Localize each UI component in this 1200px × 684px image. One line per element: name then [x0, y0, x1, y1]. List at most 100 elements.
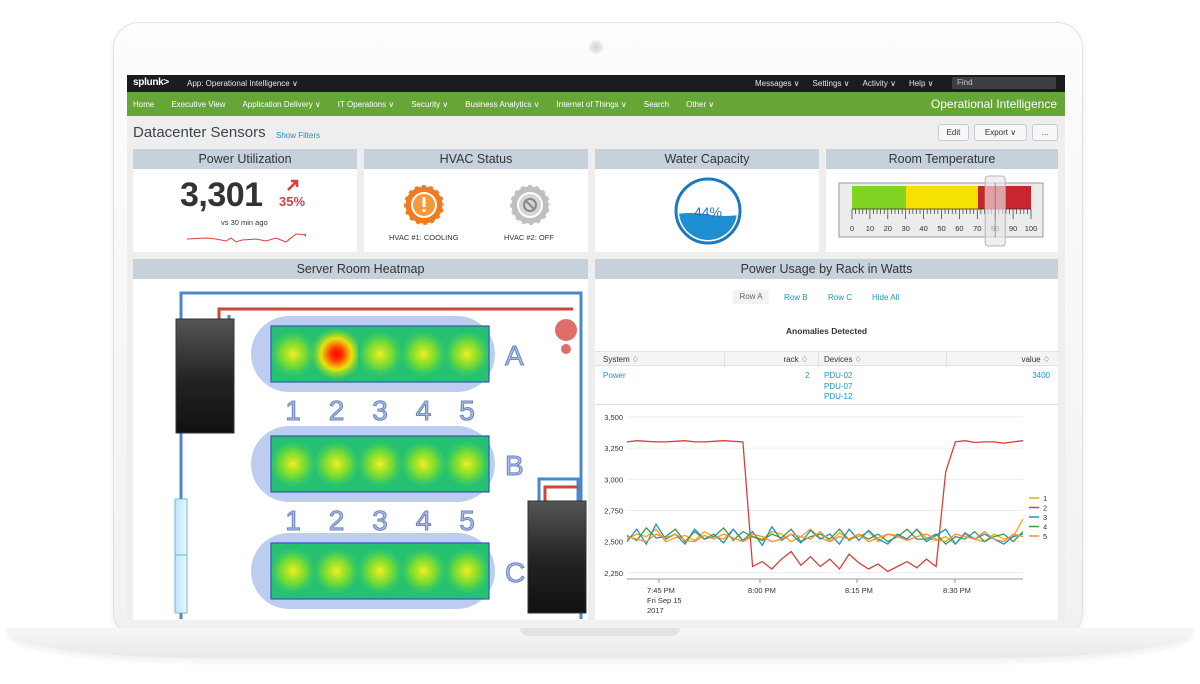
alert-dot-small [561, 344, 571, 354]
tab-row-a[interactable]: Row A [733, 290, 769, 304]
temperature-tick-label: 0 [850, 224, 854, 233]
heat-blob [399, 440, 448, 488]
messages-menu[interactable]: Messages ∨ [755, 79, 800, 88]
help-menu[interactable]: Help ∨ [909, 79, 934, 88]
anomalies-title: Anomalies Detected [785, 326, 868, 336]
find-input[interactable]: Find [952, 77, 1056, 89]
nav-business-analytics[interactable]: Business Analytics ∨ [465, 100, 539, 109]
legend-label: 3 [1043, 513, 1047, 522]
heat-blob [443, 547, 491, 595]
x-tick-label: 8:15 PM [845, 586, 873, 595]
temperature-tick-label: 60 [955, 224, 963, 233]
heat-blob [399, 330, 448, 378]
y-tick-label: 2,250 [604, 569, 623, 578]
nav-it-operations[interactable]: IT Operations ∨ [338, 100, 394, 109]
cell-rack[interactable]: 2 [805, 371, 809, 380]
y-tick-label: 3,000 [604, 475, 623, 484]
app-nav-bar: Home Executive View Application Delivery… [127, 92, 1065, 116]
app-menu[interactable]: App: Operational Intelligence ∨ [187, 79, 298, 88]
edit-button[interactable]: Edit [938, 124, 969, 141]
temperature-tick-label: 70 [973, 224, 981, 233]
nav-security[interactable]: Security ∨ [411, 100, 448, 109]
panel-title: Power Usage by Rack in Watts [595, 259, 1058, 279]
cell-system[interactable]: Power [603, 371, 626, 380]
device-2[interactable]: PDU-07 [824, 382, 852, 393]
device-3[interactable]: PDU-12 [824, 392, 852, 403]
rack-column-label: 2 [329, 395, 345, 426]
power-utilization-panel: Power Utilization 3,301 35% vs 30 min ag… [133, 149, 357, 252]
y-tick-label: 2,500 [604, 538, 623, 547]
column-rack[interactable]: rack ♢ [725, 352, 819, 367]
water-gauge: 44% [674, 177, 742, 245]
temperature-tick-label: 90 [1009, 224, 1017, 233]
panel-title: Water Capacity [595, 149, 819, 169]
cooling-unit-bottom [527, 500, 587, 614]
splunk-logo[interactable]: splunk> [133, 77, 169, 88]
nav-internet-of-things[interactable]: Internet of Things ∨ [557, 100, 627, 109]
rack-row-label: C [505, 557, 525, 588]
tab-hide-all[interactable]: Hide All [872, 293, 899, 302]
heat-blob [312, 440, 361, 488]
power-sparkline [186, 233, 306, 243]
legend-label: 4 [1043, 523, 1047, 532]
power-usage-by-rack-panel: Power Usage by Rack in Watts Row A Row B… [595, 259, 1058, 620]
rack-column-label: 5 [459, 505, 475, 536]
power-trend-caption: vs 30 min ago [221, 218, 268, 227]
anomalies-table-header: System ♢ rack ♢ Devices ♢ value ♢ [595, 351, 1058, 367]
system-menus: Messages ∨ Settings ∨ Activity ∨ Help ∨ [755, 79, 933, 88]
panel-title: Power Utilization [133, 149, 357, 169]
server-room-heatmap-panel: Server Room Heatmap A 1 2 3 4 5 B 1 2 3 … [133, 259, 588, 620]
cell-devices[interactable]: PDU-02 PDU-07 PDU-12 [824, 371, 852, 403]
power-trend: 35% [279, 194, 306, 209]
nav-other[interactable]: Other ∨ [686, 100, 714, 109]
settings-menu[interactable]: Settings ∨ [813, 79, 850, 88]
nav-application-delivery[interactable]: Application Delivery ∨ [242, 100, 320, 109]
panel-title: HVAC Status [364, 149, 588, 169]
hvac-2-label: HVAC #2: OFF [504, 233, 554, 242]
legend-label: 1 [1043, 494, 1047, 503]
x-tick-label: 7:45 PM [647, 586, 675, 595]
column-value[interactable]: value ♢ [947, 352, 1058, 367]
tab-row-c[interactable]: Row C [828, 293, 852, 302]
room-temperature-panel: Room Temperature 0102030405060708090100 [826, 149, 1058, 252]
table-row[interactable]: Power 2 PDU-02 PDU-07 PDU-12 3400 [595, 367, 1058, 405]
heat-blob [310, 328, 363, 380]
device-1[interactable]: PDU-02 [824, 371, 852, 382]
column-devices[interactable]: Devices ♢ [819, 352, 947, 367]
x-tick-label: 8:00 PM [748, 586, 776, 595]
panel-title: Room Temperature [826, 149, 1058, 169]
app-brand-title: Operational Intelligence [930, 97, 1057, 111]
rack-power-line-chart: 2,250 2,500 2,750 3,000 3,250 3,500 7:45 PM 8:0… [604, 413, 1047, 615]
y-tick-label: 3,250 [604, 444, 623, 453]
cell-value[interactable]: 3400 [1032, 371, 1050, 380]
screen: splunk> App: Operational Intelligence ∨ … [127, 75, 1065, 620]
x-date-label: Fri Sep 15 [647, 596, 682, 605]
hvac-1-label: HVAC #1: COOLING [389, 233, 459, 242]
heat-blob [312, 547, 361, 595]
series-line-2 [626, 440, 1024, 573]
column-system[interactable]: System ♢ [595, 352, 725, 367]
tab-row-b[interactable]: Row B [784, 293, 808, 302]
rack-row-label: A [505, 340, 524, 371]
heat-blob [356, 547, 404, 595]
rack-column-label: 1 [285, 505, 301, 536]
show-filters-link[interactable]: Show Filters [276, 131, 320, 140]
heat-blob [269, 547, 317, 595]
heat-blob [356, 440, 404, 488]
nav-search[interactable]: Search [644, 100, 669, 109]
legend-label: 5 [1043, 532, 1047, 541]
rack-rows: A1 2 3 4 5B1 2 3 4 5C [251, 316, 526, 609]
x-tick-label: 8:30 PM [943, 586, 971, 595]
rack-column-label: 5 [459, 395, 475, 426]
nav-home[interactable]: Home [133, 100, 154, 109]
hvac-status-panel: HVAC Status HVAC #1: COOLING HVAC #2: OF… [364, 149, 588, 252]
rack-column-label: 1 [285, 395, 301, 426]
water-value: 44% [694, 204, 722, 220]
nav-items: Home Executive View Application Delivery… [133, 100, 731, 109]
nav-executive-view[interactable]: Executive View [171, 100, 225, 109]
export-button[interactable]: Export ∨ [974, 124, 1027, 141]
temperature-tick-label: 50 [937, 224, 945, 233]
activity-menu[interactable]: Activity ∨ [863, 79, 896, 88]
more-button[interactable]: ... [1032, 124, 1058, 141]
rack-column-label: 3 [372, 395, 388, 426]
